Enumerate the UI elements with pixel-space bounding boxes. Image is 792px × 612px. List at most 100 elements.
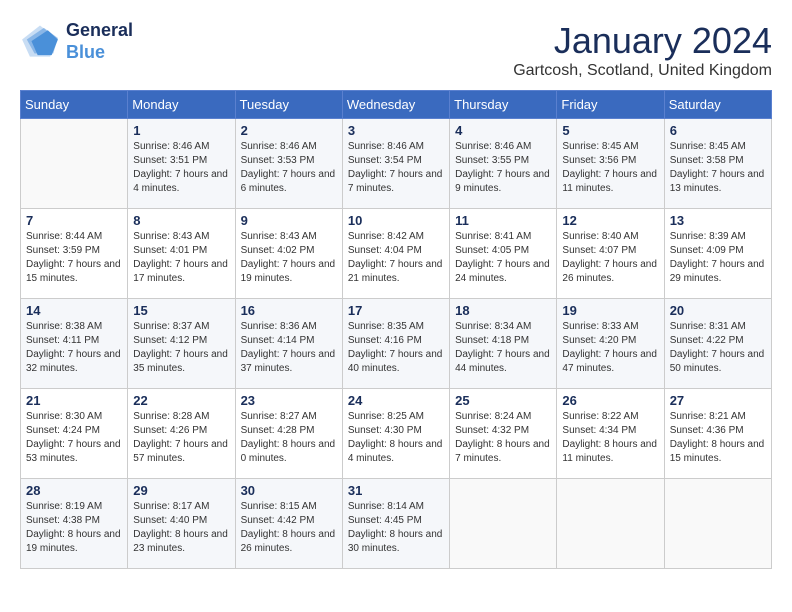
calendar-cell: 24 Sunrise: 8:25 AMSunset: 4:30 PMDayligh…: [342, 389, 449, 479]
day-info: Sunrise: 8:38 AMSunset: 4:11 PMDaylight:…: [26, 320, 122, 376]
day-info: Sunrise: 8:28 AMSunset: 4:26 PMDaylight:…: [133, 410, 229, 466]
calendar-week-row: 28Sunrise: 8:19 AMSunset: 4:38 PMDayligh…: [21, 479, 772, 569]
weekday-header: Monday: [128, 91, 235, 119]
calendar-cell: [21, 119, 128, 209]
day-info: Sunrise: 8:46 AMSunset: 3:54 PMDaylight:…: [348, 140, 444, 196]
day-number: 4: [455, 123, 551, 138]
day-info: Sunrise: 8:35 AMSunset: 4:16 PMDaylight:…: [348, 320, 444, 376]
calendar-cell: 18Sunrise: 8:34 AMSunset: 4:18 PMDayligh…: [450, 299, 557, 389]
calendar-cell: 31 Sunrise: 8:14 AMSunset: 4:45 PMDayligh…: [342, 479, 449, 569]
calendar-cell: [450, 479, 557, 569]
calendar-cell: 19Sunrise: 8:33 AMSunset: 4:20 PMDayligh…: [557, 299, 664, 389]
calendar-week-row: 14Sunrise: 8:38 AMSunset: 4:11 PMDayligh…: [21, 299, 772, 389]
day-number: 17: [348, 303, 444, 318]
day-info: Sunrise: 8:24 AMSunset: 4:32 PMDaylight:…: [455, 410, 551, 466]
day-info: Sunrise: 8:46 AMSunset: 3:55 PMDaylight:…: [455, 140, 551, 196]
day-info: Sunrise: 8:44 AMSunset: 3:59 PMDaylight:…: [26, 230, 122, 286]
calendar-cell: 25 Sunrise: 8:24 AMSunset: 4:32 PMDayligh…: [450, 389, 557, 479]
day-number: 26: [562, 393, 658, 408]
day-info: Sunrise: 8:30 AMSunset: 4:24 PMDaylight:…: [26, 410, 122, 466]
weekday-header: Friday: [557, 91, 664, 119]
day-number: 19: [562, 303, 658, 318]
day-number: 21: [26, 393, 122, 408]
calendar-cell: 30 Sunrise: 8:15 AMSunset: 4:42 PMDayligh…: [235, 479, 342, 569]
calendar-cell: 23 Sunrise: 8:27 AMSunset: 4:28 PMDayligh…: [235, 389, 342, 479]
calendar-cell: 22 Sunrise: 8:28 AMSunset: 4:26 PMDayligh…: [128, 389, 235, 479]
calendar-cell: 3 Sunrise: 8:46 AMSunset: 3:54 PMDaylight…: [342, 119, 449, 209]
title-block: January 2024 Gartcosh, Scotland, United …: [513, 20, 772, 80]
day-number: 16: [241, 303, 337, 318]
calendar-cell: 7 Sunrise: 8:44 AMSunset: 3:59 PMDaylight…: [21, 209, 128, 299]
day-info: Sunrise: 8:43 AMSunset: 4:02 PMDaylight:…: [241, 230, 337, 286]
page-header: General Blue January 2024 Gartcosh, Scot…: [20, 20, 772, 80]
day-info: Sunrise: 8:17 AMSunset: 4:40 PMDaylight:…: [133, 500, 229, 556]
day-info: Sunrise: 8:36 AMSunset: 4:14 PMDaylight:…: [241, 320, 337, 376]
day-info: Sunrise: 8:45 AMSunset: 3:56 PMDaylight:…: [562, 140, 658, 196]
day-info: Sunrise: 8:25 AMSunset: 4:30 PMDaylight:…: [348, 410, 444, 466]
location: Gartcosh, Scotland, United Kingdom: [513, 62, 772, 80]
day-number: 8: [133, 213, 229, 228]
day-number: 25: [455, 393, 551, 408]
day-number: 13: [670, 213, 766, 228]
calendar-cell: 17 Sunrise: 8:35 AMSunset: 4:16 PMDayligh…: [342, 299, 449, 389]
day-number: 22: [133, 393, 229, 408]
calendar-cell: 1 Sunrise: 8:46 AMSunset: 3:51 PMDaylight…: [128, 119, 235, 209]
day-number: 3: [348, 123, 444, 138]
day-number: 2: [241, 123, 337, 138]
day-number: 6: [670, 123, 766, 138]
month-title: January 2024: [513, 20, 772, 62]
day-number: 12: [562, 213, 658, 228]
day-info: Sunrise: 8:14 AMSunset: 4:45 PMDaylight:…: [348, 500, 444, 556]
calendar-cell: 10 Sunrise: 8:42 AMSunset: 4:04 PMDayligh…: [342, 209, 449, 299]
calendar-cell: 12 Sunrise: 8:40 AMSunset: 4:07 PMDayligh…: [557, 209, 664, 299]
day-info: Sunrise: 8:22 AMSunset: 4:34 PMDaylight:…: [562, 410, 658, 466]
calendar-cell: 20Sunrise: 8:31 AMSunset: 4:22 PMDayligh…: [664, 299, 771, 389]
day-number: 30: [241, 483, 337, 498]
calendar-cell: 8Sunrise: 8:43 AMSunset: 4:01 PMDaylight…: [128, 209, 235, 299]
day-number: 29: [133, 483, 229, 498]
calendar-cell: 4 Sunrise: 8:46 AMSunset: 3:55 PMDaylight…: [450, 119, 557, 209]
calendar-cell: 9 Sunrise: 8:43 AMSunset: 4:02 PMDaylight…: [235, 209, 342, 299]
weekday-header: Sunday: [21, 91, 128, 119]
logo-icon: [20, 24, 60, 59]
day-number: 15: [133, 303, 229, 318]
day-number: 27: [670, 393, 766, 408]
calendar-cell: 14Sunrise: 8:38 AMSunset: 4:11 PMDayligh…: [21, 299, 128, 389]
calendar-cell: 16 Sunrise: 8:36 AMSunset: 4:14 PMDayligh…: [235, 299, 342, 389]
calendar-cell: 2Sunrise: 8:46 AMSunset: 3:53 PMDaylight…: [235, 119, 342, 209]
day-info: Sunrise: 8:27 AMSunset: 4:28 PMDaylight:…: [241, 410, 337, 466]
day-info: Sunrise: 8:46 AMSunset: 3:51 PMDaylight:…: [133, 140, 229, 196]
day-info: Sunrise: 8:21 AMSunset: 4:36 PMDaylight:…: [670, 410, 766, 466]
day-info: Sunrise: 8:31 AMSunset: 4:22 PMDaylight:…: [670, 320, 766, 376]
day-info: Sunrise: 8:34 AMSunset: 4:18 PMDaylight:…: [455, 320, 551, 376]
calendar-cell: [557, 479, 664, 569]
calendar-cell: [664, 479, 771, 569]
weekday-header: Wednesday: [342, 91, 449, 119]
logo-text: General Blue: [66, 20, 133, 63]
day-number: 11: [455, 213, 551, 228]
calendar-cell: 15Sunrise: 8:37 AMSunset: 4:12 PMDayligh…: [128, 299, 235, 389]
logo: General Blue: [20, 20, 133, 63]
calendar-table: SundayMondayTuesdayWednesdayThursdayFrid…: [20, 90, 772, 569]
day-number: 24: [348, 393, 444, 408]
calendar-cell: 6Sunrise: 8:45 AMSunset: 3:58 PMDaylight…: [664, 119, 771, 209]
calendar-cell: 26 Sunrise: 8:22 AMSunset: 4:34 PMDayligh…: [557, 389, 664, 479]
weekday-header: Saturday: [664, 91, 771, 119]
day-number: 23: [241, 393, 337, 408]
day-number: 7: [26, 213, 122, 228]
day-info: Sunrise: 8:15 AMSunset: 4:42 PMDaylight:…: [241, 500, 337, 556]
day-number: 5: [562, 123, 658, 138]
calendar-cell: 13 Sunrise: 8:39 AMSunset: 4:09 PMDayligh…: [664, 209, 771, 299]
day-info: Sunrise: 8:40 AMSunset: 4:07 PMDaylight:…: [562, 230, 658, 286]
day-number: 31: [348, 483, 444, 498]
calendar-cell: 5 Sunrise: 8:45 AMSunset: 3:56 PMDaylight…: [557, 119, 664, 209]
calendar-cell: 27 Sunrise: 8:21 AMSunset: 4:36 PMDayligh…: [664, 389, 771, 479]
day-info: Sunrise: 8:39 AMSunset: 4:09 PMDaylight:…: [670, 230, 766, 286]
day-number: 9: [241, 213, 337, 228]
day-number: 10: [348, 213, 444, 228]
calendar-cell: 28Sunrise: 8:19 AMSunset: 4:38 PMDayligh…: [21, 479, 128, 569]
calendar-cell: 29 Sunrise: 8:17 AMSunset: 4:40 PMDayligh…: [128, 479, 235, 569]
weekday-header: Tuesday: [235, 91, 342, 119]
day-info: Sunrise: 8:42 AMSunset: 4:04 PMDaylight:…: [348, 230, 444, 286]
day-number: 1: [133, 123, 229, 138]
